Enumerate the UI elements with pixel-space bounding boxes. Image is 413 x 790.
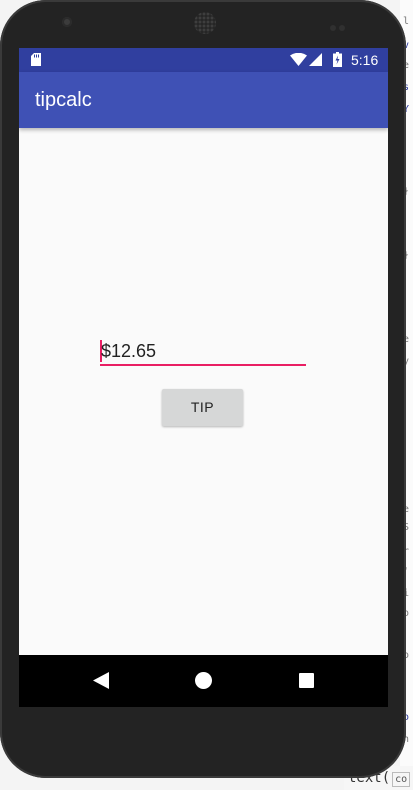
amount-input[interactable]: $12.65 [100,337,306,367]
navigation-bar [19,655,388,707]
home-icon[interactable] [195,672,212,689]
amount-input-value: $12.65 [101,341,157,361]
emulator-scene: l v e s Y } } e y e S r ' i o o o n text… [0,0,413,790]
wifi-icon [290,53,307,66]
app-bar: tipcalc [19,72,388,128]
code-char: l [403,16,410,27]
signal-icon [309,53,322,66]
status-clock: 5:16 [351,52,379,68]
code-completion-hint: co [392,772,411,787]
app-title: tipcalc [35,89,92,111]
sensor-dots [330,18,350,31]
speaker-grille-icon [194,12,216,34]
front-camera-icon [62,17,72,27]
sd-card-icon [31,53,41,66]
status-bar: 5:16 [19,48,388,72]
tip-button[interactable]: TIP [162,389,243,426]
phone-frame: 5:16 tipcalc $12.65 TIP [0,0,406,778]
recents-icon[interactable] [299,673,314,688]
battery-charging-icon [333,52,342,67]
device-screen: 5:16 tipcalc $12.65 TIP [19,48,388,707]
input-underline [100,364,306,366]
back-icon[interactable] [93,672,109,689]
